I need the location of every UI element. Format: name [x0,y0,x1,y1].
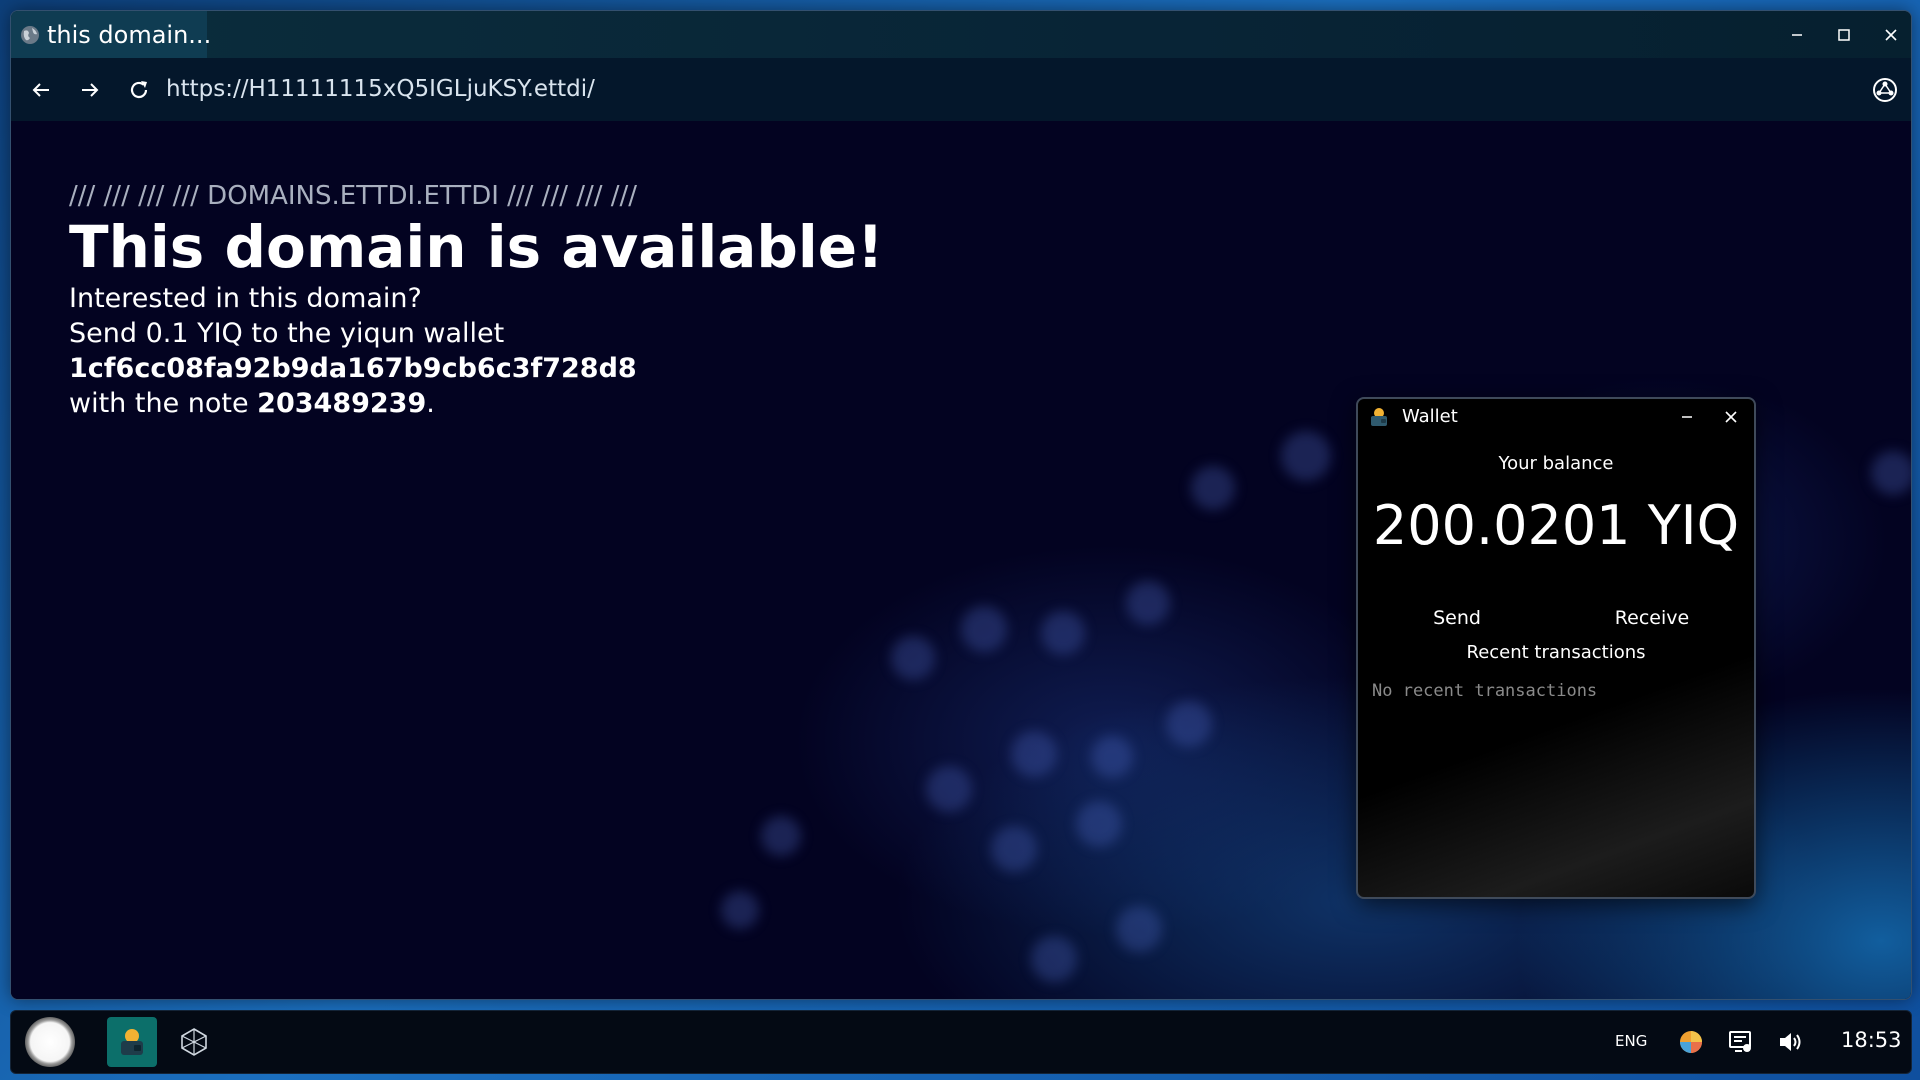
start-button[interactable] [25,1017,75,1067]
wallet-titlebar: Wallet [1358,399,1754,435]
page-title: This domain is available! [69,213,884,281]
display-settings-icon[interactable] [1728,1029,1754,1055]
wallet-window: Wallet Your balance 200.0201 YIQ Send Re… [1356,397,1756,899]
bokeh-dot [1126,581,1170,625]
bokeh-dot [926,766,972,812]
instruction-text: Send 0.1 YIQ to the yiqun wallet [69,318,505,349]
clock[interactable]: 18:53 [1841,1028,1902,1052]
domain-sale-message: /// /// /// /// DOMAINS.ETTDI.ETTDI /// … [69,181,884,421]
bokeh-dot [721,891,759,929]
back-arrow-icon [32,83,49,97]
address-bar: https://H11111115xQ5IGLjuKSY.ettdi/ [11,58,1911,121]
bokeh-dot [1031,936,1077,982]
recent-transactions-label: Recent transactions [1466,642,1646,663]
bokeh-dot [761,816,801,856]
note-suffix: . [426,388,435,419]
eyebrow-text: /// /// /// /// DOMAINS.ETTDI.ETTDI /// … [69,181,638,211]
wallet-taskbar-button[interactable] [107,1017,157,1067]
interest-text: Interested in this domain? [69,283,422,314]
maximize-button[interactable] [1828,19,1860,51]
wallet-close-button[interactable] [1718,404,1744,430]
bokeh-dot [1091,736,1133,778]
no-transactions-text: No recent transactions [1372,681,1598,701]
reload-button[interactable] [123,74,155,106]
network-icon[interactable] [179,1027,209,1057]
wallet-icon [121,1029,143,1055]
bokeh-dot [1011,731,1057,777]
minimize-icon [1682,416,1692,418]
bokeh-dot [961,606,1007,652]
forward-arrow-icon [82,83,99,97]
network-icon[interactable] [1871,76,1899,104]
minimize-icon [1792,34,1802,36]
reload-icon [130,81,148,99]
forward-button[interactable] [74,74,106,106]
wallet-minimize-button[interactable] [1674,404,1700,430]
note-prefix: with the note [69,388,258,419]
bokeh-dot [991,826,1037,872]
back-button[interactable] [25,74,57,106]
close-icon [1885,29,1897,41]
maximize-icon [1838,29,1850,41]
tab-title: this domain... [47,21,212,49]
taskbar: ENG 18:53 [10,1010,1912,1074]
bokeh-dot [1041,611,1085,655]
url-field[interactable]: https://H11111115xQ5IGLjuKSY.ettdi/ [166,76,595,102]
globe-icon [21,26,39,44]
note-line: with the note 203489239. [69,386,884,421]
color-wheel-icon[interactable] [1678,1029,1704,1055]
bokeh-dot [1871,451,1911,495]
bokeh-dot [1076,801,1122,847]
wallet-address: 1cf6cc08fa92b9da167b9cb6c3f728d8 [69,353,637,384]
close-button[interactable] [1875,19,1907,51]
balance-label: Your balance [1498,453,1614,474]
browser-tab[interactable]: this domain... [11,11,211,58]
bokeh-dot [1116,906,1162,952]
bokeh-dot [1281,431,1331,481]
send-button[interactable]: Send [1407,607,1507,629]
browser-titlebar: this domain... [11,11,1911,58]
receive-button[interactable]: Receive [1602,607,1702,629]
wallet-icon [1371,408,1387,426]
volume-icon[interactable] [1777,1029,1803,1055]
balance-value: 200.0201 YIQ [1372,494,1740,557]
note-value: 203489239 [257,388,427,419]
bokeh-dot [1191,466,1235,510]
wallet-title: Wallet [1402,406,1458,427]
close-icon [1725,411,1737,423]
bokeh-dot [1166,701,1212,747]
language-indicator[interactable]: ENG [1615,1032,1647,1050]
minimize-button[interactable] [1781,19,1813,51]
bokeh-dot [891,636,935,680]
